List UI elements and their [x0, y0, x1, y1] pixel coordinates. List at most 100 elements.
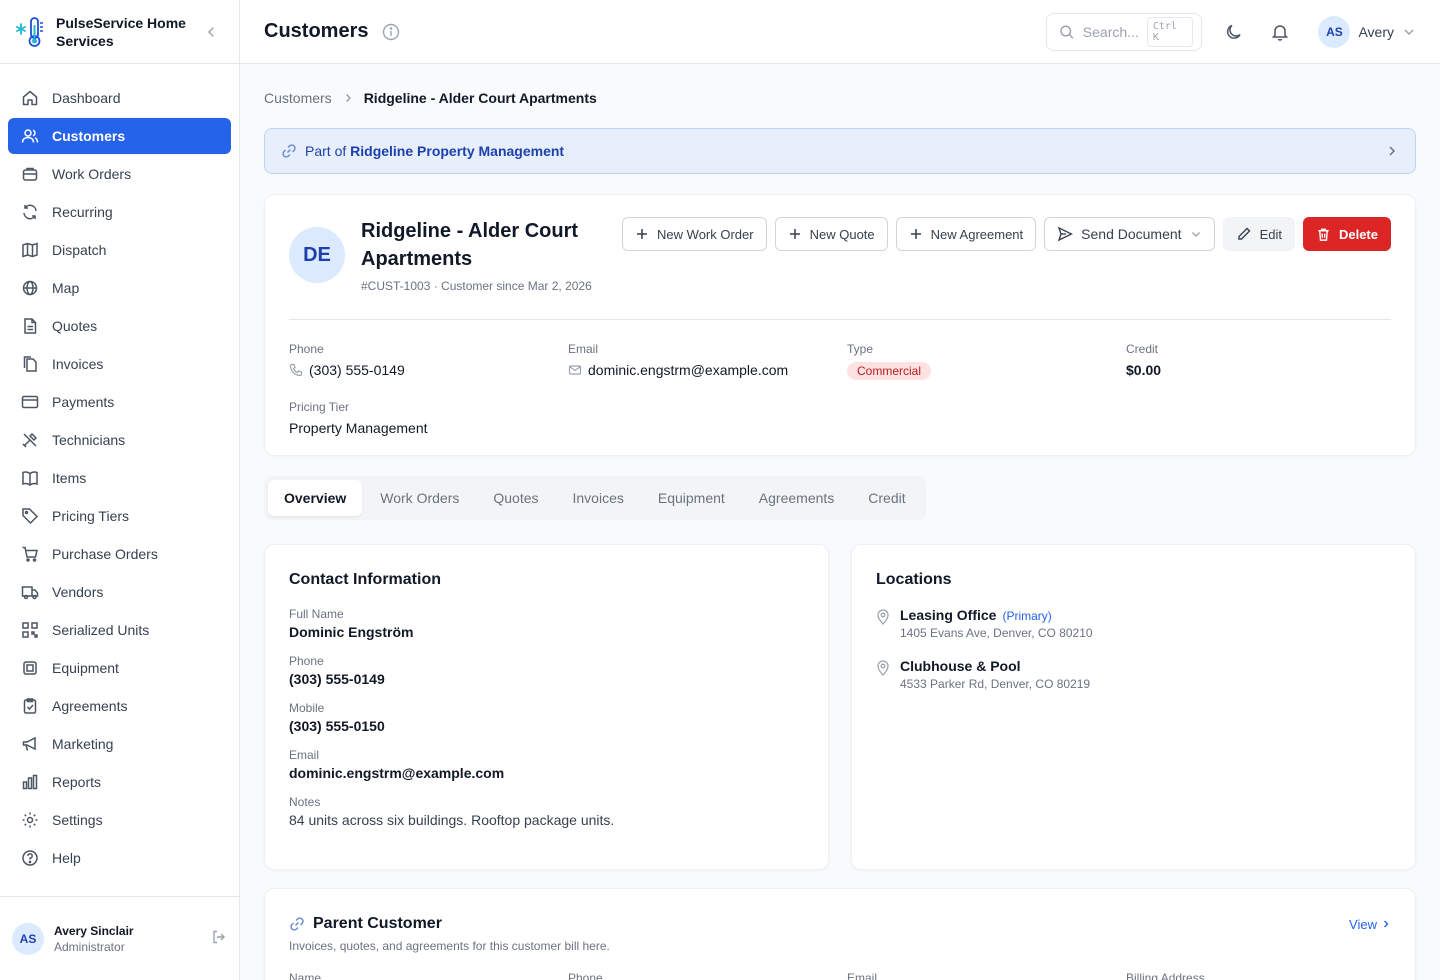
edit-button[interactable]: Edit: [1222, 217, 1295, 251]
document-icon: [20, 316, 40, 336]
brand: PulseService Home Services: [0, 0, 239, 64]
phone-value[interactable]: (303) 555-0149: [309, 362, 405, 378]
delete-button[interactable]: Delete: [1302, 217, 1391, 251]
sidebar-item-label: Pricing Tiers: [52, 508, 130, 524]
sidebar-item-recurring[interactable]: Recurring: [8, 194, 231, 230]
info-icon[interactable]: [382, 23, 400, 41]
contact-full-name: Full Name Dominic Engström: [289, 607, 804, 640]
topbar: Customers Search... Ctrl K AS Avery: [240, 0, 1440, 64]
sidebar-item-label: Dashboard: [52, 90, 121, 106]
field-credit: Credit $0.00: [1126, 342, 1391, 380]
contact-notes: Notes 84 units across six buildings. Roo…: [289, 795, 804, 828]
parent-banner-text: Part of Ridgeline Property Management: [305, 143, 564, 159]
sidebar-item-marketing[interactable]: Marketing: [8, 726, 231, 762]
sidebar-item-label: Payments: [52, 394, 115, 410]
content: Customers Ridgeline - Alder Court Apartm…: [240, 64, 1440, 980]
new-agreement-button[interactable]: New Agreement: [895, 217, 1037, 251]
sidebar-item-invoices[interactable]: Invoices: [8, 346, 231, 382]
avatar: AS: [1318, 15, 1351, 48]
parent-account-banner[interactable]: Part of Ridgeline Property Management: [264, 128, 1416, 174]
ci-label: Email: [289, 748, 320, 762]
bell-icon: [1272, 24, 1289, 41]
plus-icon: [635, 227, 649, 241]
logout-button[interactable]: [211, 929, 227, 948]
sidebar-item-payments[interactable]: Payments: [8, 384, 231, 420]
search-icon: [1060, 25, 1074, 39]
topbar-right: Search... Ctrl K AS Avery: [1046, 12, 1416, 51]
tab-agreements[interactable]: Agreements: [743, 480, 850, 516]
sidebar-nav: Dashboard Customers Work Orders Recurrin…: [0, 64, 239, 896]
ci-value[interactable]: dominic.engstrm@example.com: [289, 765, 804, 781]
view-parent-link[interactable]: View: [1349, 917, 1391, 932]
location-item[interactable]: Clubhouse & Pool 4533 Parker Rd, Denver,…: [876, 658, 1391, 691]
new-quote-button[interactable]: New Quote: [774, 217, 888, 251]
tab-work-orders[interactable]: Work Orders: [364, 480, 475, 516]
qr-icon: [20, 620, 40, 640]
send-document-button[interactable]: Send Document: [1044, 217, 1215, 251]
collapse-sidebar-button[interactable]: [199, 20, 223, 44]
sidebar-item-equipment[interactable]: Equipment: [8, 650, 231, 686]
sidebar-item-label: Serialized Units: [52, 622, 150, 638]
new-work-order-label: New Work Order: [657, 226, 754, 242]
sidebar-item-quotes[interactable]: Quotes: [8, 308, 231, 344]
location-item[interactable]: Leasing Office (Primary) 1405 Evans Ave, …: [876, 607, 1391, 640]
tab-invoices[interactable]: Invoices: [557, 480, 640, 516]
search-placeholder: Search...: [1082, 23, 1139, 40]
trash-icon: [1316, 227, 1331, 242]
parent-customer-subtitle: Invoices, quotes, and agreements for thi…: [289, 939, 610, 953]
credit-value: $0.00: [1126, 362, 1162, 378]
notifications-button[interactable]: [1266, 18, 1294, 46]
location-address: 4533 Parker Rd, Denver, CO 80219: [900, 677, 1091, 691]
ci-value[interactable]: (303) 555-0150: [289, 718, 804, 734]
sidebar-item-map[interactable]: Map: [8, 270, 231, 306]
sidebar-item-settings[interactable]: Settings: [8, 802, 231, 838]
sidebar-item-serialized-units[interactable]: Serialized Units: [8, 612, 231, 648]
column-header: Billing Address: [1126, 971, 1205, 980]
search-input[interactable]: Search... Ctrl K: [1046, 12, 1203, 51]
tab-overview[interactable]: Overview: [268, 480, 363, 516]
sidebar-item-technicians[interactable]: Technicians: [8, 422, 231, 458]
ci-label: Full Name: [289, 607, 344, 621]
field-email: Email dominic.engstrm@example.com: [568, 342, 847, 380]
avatar[interactable]: AS: [12, 922, 44, 955]
parent-banner-prefix: Part of: [305, 143, 347, 159]
sidebar-item-label: Technicians: [52, 432, 126, 448]
breadcrumb-customers-link[interactable]: Customers: [264, 90, 332, 106]
theme-toggle-button[interactable]: [1220, 18, 1248, 46]
mail-icon: [568, 365, 582, 375]
sidebar-item-pricing-tiers[interactable]: Pricing Tiers: [8, 498, 231, 534]
email-value[interactable]: dominic.engstrm@example.com: [588, 362, 788, 378]
sidebar-item-purchase-orders[interactable]: Purchase Orders: [8, 536, 231, 572]
ci-value[interactable]: (303) 555-0149: [289, 671, 804, 687]
field-label: Pricing Tier: [289, 400, 350, 414]
tools-icon: [20, 430, 40, 450]
tab-equipment[interactable]: Equipment: [642, 480, 741, 516]
work-orders-icon: [20, 164, 40, 184]
clipboard-icon: [20, 696, 40, 716]
sidebar-item-dispatch[interactable]: Dispatch: [8, 232, 231, 268]
sidebar-item-agreements[interactable]: Agreements: [8, 688, 231, 724]
sidebar-item-vendors[interactable]: Vendors: [8, 574, 231, 610]
field-value: (303) 555-0149: [289, 362, 568, 378]
sidebar-item-items[interactable]: Items: [8, 460, 231, 496]
locations-card: Locations Leasing Office (Primary) 1405 E…: [851, 544, 1416, 870]
overview-columns: Contact Information Full Name Dominic En…: [264, 544, 1416, 870]
divider: [289, 319, 1391, 320]
search-shortcut: Ctrl K: [1146, 16, 1194, 47]
tab-quotes[interactable]: Quotes: [477, 480, 554, 516]
map-pin-icon: [876, 658, 890, 691]
location-address: 1405 Evans Ave, Denver, CO 80210: [900, 626, 1093, 640]
sidebar-item-work-orders[interactable]: Work Orders: [8, 156, 231, 192]
thermometer-logo-icon: [16, 15, 46, 49]
tab-credit[interactable]: Credit: [852, 480, 921, 516]
parent-customer-title: Parent Customer: [313, 915, 442, 932]
user-menu[interactable]: AS Avery: [1312, 15, 1416, 48]
chevron-left-icon: [207, 26, 214, 37]
new-work-order-button[interactable]: New Work Order: [622, 217, 767, 251]
parent-banner-name[interactable]: Ridgeline Property Management: [350, 143, 564, 159]
new-quote-label: New Quote: [809, 226, 875, 242]
sidebar-item-customers[interactable]: Customers: [8, 118, 231, 154]
sidebar-item-reports[interactable]: Reports: [8, 764, 231, 800]
sidebar-item-dashboard[interactable]: Dashboard: [8, 80, 231, 116]
sidebar-item-help[interactable]: Help: [8, 840, 231, 876]
